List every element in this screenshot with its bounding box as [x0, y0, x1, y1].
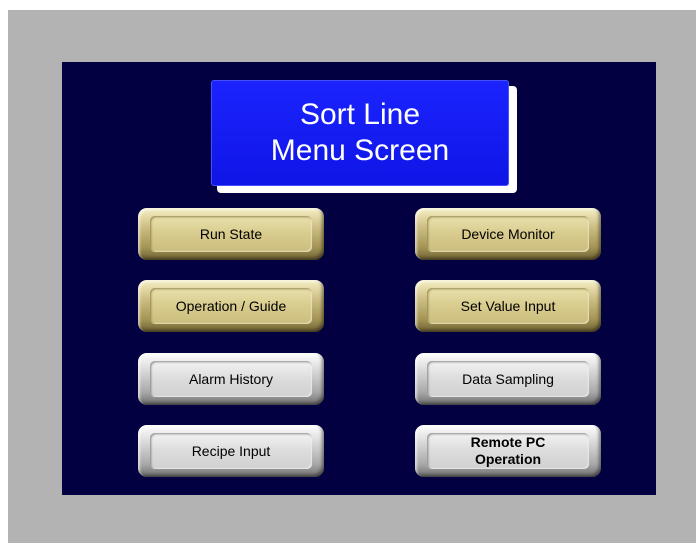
- remote-pc-operation-label: Remote PC Operation: [470, 434, 546, 467]
- set-value-input-label: Set Value Input: [460, 297, 556, 314]
- device-monitor-label: Device Monitor: [461, 225, 555, 242]
- recipe-input-label: Recipe Input: [191, 442, 271, 459]
- alarm-history-button[interactable]: Alarm History: [138, 353, 324, 405]
- remote-pc-operation-button[interactable]: Remote PC Operation: [415, 425, 601, 477]
- title-line-1: Sort Line: [299, 98, 421, 131]
- run-state-label: Run State: [199, 225, 263, 242]
- operation-guide-button[interactable]: Operation / Guide: [138, 280, 324, 332]
- title-line-2: Menu Screen: [270, 134, 450, 167]
- operation-guide-label: Operation / Guide: [175, 297, 287, 314]
- set-value-input-button[interactable]: Set Value Input: [415, 280, 601, 332]
- data-sampling-label: Data Sampling: [462, 370, 554, 387]
- recipe-input-button[interactable]: Recipe Input: [138, 425, 324, 477]
- title-panel: Sort Line Menu Screen: [211, 80, 509, 186]
- device-monitor-button[interactable]: Device Monitor: [415, 208, 601, 260]
- alarm-history-label: Alarm History: [188, 370, 273, 387]
- data-sampling-button[interactable]: Data Sampling: [415, 353, 601, 405]
- run-state-button[interactable]: Run State: [138, 208, 324, 260]
